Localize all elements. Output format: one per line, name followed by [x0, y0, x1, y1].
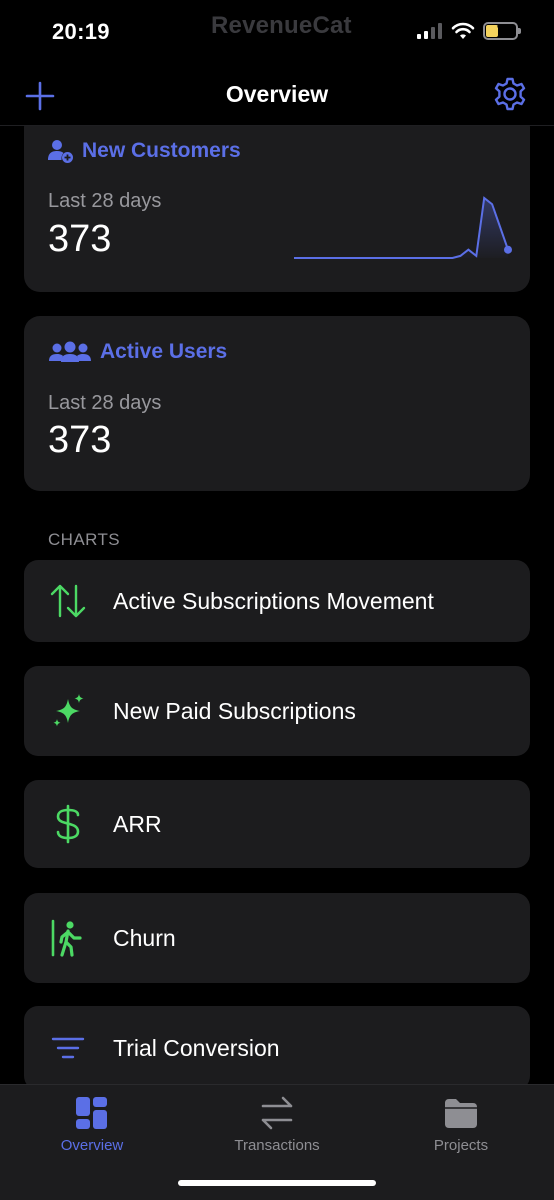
users-group-icon — [49, 341, 91, 362]
chart-row-label: Trial Conversion — [113, 1034, 280, 1061]
chart-row-label: ARR — [113, 810, 162, 837]
sparkline-area — [294, 198, 508, 258]
new-customers-title: New Customers — [82, 139, 241, 162]
settings-gear-icon[interactable] — [492, 76, 528, 112]
chart-row-label: New Paid Subscriptions — [113, 697, 356, 724]
sparkles-icon — [48, 691, 88, 731]
status-bar: 20:19 RevenueCat 7 — [0, 0, 554, 62]
battery-level: 7 — [496, 23, 505, 38]
tab-transactions[interactable]: Transactions — [197, 1095, 357, 1154]
chart-row-churn[interactable]: Churn — [24, 893, 530, 983]
tab-projects[interactable]: Projects — [381, 1095, 541, 1154]
status-time: 20:19 — [52, 19, 110, 44]
sparkline-line — [294, 196, 509, 259]
new-customers-value: 373 — [48, 218, 112, 260]
active-users-title: Active Users — [100, 340, 228, 363]
tab-projects-label: Projects — [433, 1137, 489, 1154]
folder-icon — [445, 1099, 477, 1128]
page-title: Overview — [225, 81, 329, 107]
status-icons: 7 — [417, 22, 521, 40]
chart-row-new-paid-subscriptions[interactable]: New Paid Subscriptions — [24, 666, 530, 756]
active-users-value: 373 — [48, 419, 112, 461]
chart-row-active-subscriptions-movement[interactable]: Active Subscriptions Movement — [24, 560, 530, 642]
nav-bar: Overview — [0, 62, 554, 126]
overview-content[interactable]: New Customers Last 28 days 373 Active Us… — [0, 126, 554, 1084]
home-indicator — [178, 1180, 376, 1186]
walking-exit-icon — [48, 918, 88, 958]
new-customers-period: Last 28 days — [48, 190, 162, 212]
charts-section-label: CHARTS — [48, 530, 120, 549]
chart-row-label: Active Subscriptions Movement — [113, 587, 434, 614]
dashboard-icon — [76, 1097, 107, 1129]
battery-icon: 7 — [483, 22, 521, 40]
chart-row-label: Churn — [113, 924, 176, 951]
screen: 20:19 RevenueCat 7 Overview New Customer… — [0, 0, 554, 1200]
brand-watermark: RevenueCat — [211, 12, 352, 39]
tab-overview-label: Overview — [60, 1137, 124, 1154]
active-users-card[interactable]: Active Users Last 28 days 373 — [24, 316, 530, 491]
filter-lines-icon — [48, 1028, 88, 1068]
chart-row-arr[interactable]: ARR — [24, 780, 530, 868]
add-person-icon — [48, 140, 73, 163]
new-customers-header: New Customers — [48, 138, 241, 164]
active-users-period: Last 28 days — [48, 392, 162, 414]
dollar-icon — [48, 804, 88, 844]
arrows-exchange-icon — [261, 1096, 293, 1130]
arrows-up-down-icon — [48, 581, 88, 621]
chart-row-trial-conversion[interactable]: Trial Conversion — [24, 1006, 530, 1084]
wifi-icon — [451, 22, 475, 39]
new-customers-card[interactable]: New Customers Last 28 days 373 — [24, 126, 530, 292]
tab-transactions-label: Transactions — [234, 1137, 320, 1154]
sparkline-endpoint — [504, 245, 512, 254]
tab-overview[interactable]: Overview — [12, 1095, 172, 1154]
signal-icon — [417, 23, 442, 39]
new-customers-sparkline — [294, 196, 512, 259]
active-users-header: Active Users — [48, 340, 227, 364]
